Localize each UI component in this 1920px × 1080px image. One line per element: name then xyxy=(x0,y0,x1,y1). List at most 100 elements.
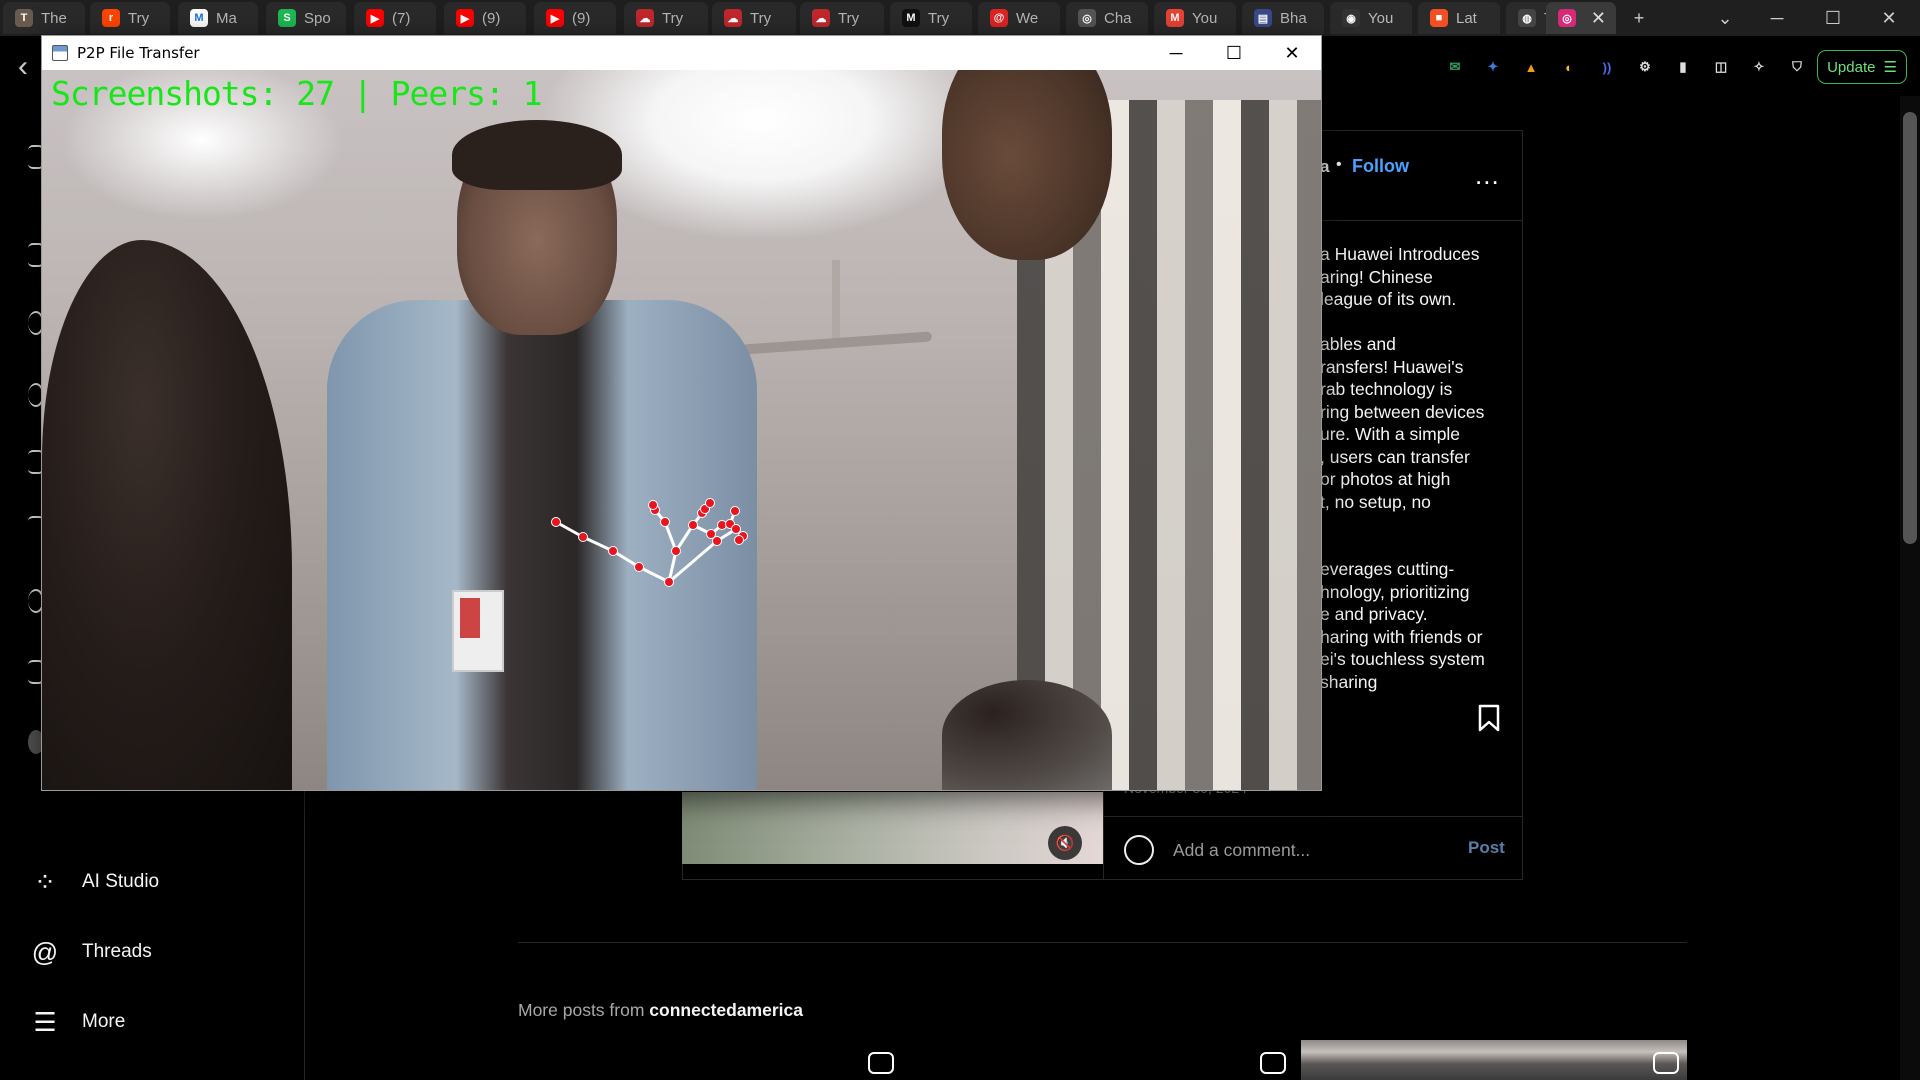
follow-button[interactable]: Follow xyxy=(1352,156,1409,177)
extension-icon[interactable]: ▲ xyxy=(1520,56,1542,78)
tab-label: (7) xyxy=(392,9,411,27)
more-posts-prefix: More posts from xyxy=(518,1000,650,1020)
browser-tab[interactable]: ▶ (9) xyxy=(444,2,526,34)
close-button[interactable]: ✕ xyxy=(1263,36,1321,70)
tab-favicon-icon: ▶ xyxy=(366,9,384,27)
browser-tab[interactable]: ☁ Try xyxy=(800,2,884,34)
tab-label: You xyxy=(1192,9,1218,27)
browser-tab[interactable]: ◎ ✕ xyxy=(1546,2,1616,34)
comment-input[interactable] xyxy=(1173,836,1453,864)
extension-icon[interactable]: ⛉ xyxy=(1786,56,1808,78)
browser-tab[interactable]: ▤ Bha xyxy=(1242,2,1324,34)
hand-landmark xyxy=(712,536,722,546)
ai-studio-icon: ⁘ xyxy=(34,866,56,897)
maximize-button[interactable]: ☐ xyxy=(1205,36,1263,70)
extension-icon[interactable]: ✧ xyxy=(1748,56,1770,78)
tab-favicon-icon: ◍ xyxy=(1518,9,1536,27)
tab-label: Try xyxy=(838,9,860,27)
caption-line: aring! Chinese xyxy=(1320,266,1433,287)
tab-favicon-icon: @ xyxy=(990,9,1008,27)
update-button[interactable]: Update ☰ xyxy=(1817,50,1907,84)
separator-dot: • xyxy=(1336,156,1342,173)
minimize-button[interactable]: ─ xyxy=(1147,36,1205,70)
extension-icon[interactable]: ✉ xyxy=(1444,56,1466,78)
hand-landmark xyxy=(688,520,698,530)
window-minimize-button[interactable]: ─ xyxy=(1752,0,1802,36)
hand-connection xyxy=(638,565,670,584)
post-comment-button[interactable]: Post xyxy=(1468,838,1505,858)
extension-icon[interactable]: ◫ xyxy=(1710,56,1732,78)
window-close-button[interactable]: ✕ xyxy=(1864,0,1914,36)
browser-tab[interactable]: r Try xyxy=(90,2,170,34)
tab-favicon-icon: S xyxy=(278,9,296,27)
caption-line: t, no setup, no xyxy=(1320,491,1431,512)
new-tab-button[interactable]: + xyxy=(1622,0,1656,36)
tab-label: Spo xyxy=(304,9,331,27)
tab-label: You xyxy=(1368,9,1394,27)
extension-icon[interactable]: ▮ xyxy=(1672,56,1694,78)
tab-label: Ma xyxy=(216,9,237,27)
post-video[interactable] xyxy=(682,792,1103,864)
reel-icon xyxy=(1260,1052,1286,1074)
hand-landmark xyxy=(734,535,744,545)
tab-label: We xyxy=(1016,9,1039,27)
tab-close-icon[interactable]: ✕ xyxy=(1591,8,1606,29)
post-thumbnail[interactable] xyxy=(1301,1040,1687,1080)
hand-landmark xyxy=(731,524,741,534)
tab-label: Try xyxy=(928,9,950,27)
browser-tab[interactable]: ◎ Cha xyxy=(1066,2,1148,34)
browser-tab[interactable]: M Try xyxy=(890,2,972,34)
tab-favicon-icon: ◉ xyxy=(1342,9,1360,27)
scrollbar-thumb[interactable] xyxy=(1903,112,1917,544)
nav-label: AI Studio xyxy=(82,871,160,892)
mute-button[interactable]: 🔇 xyxy=(1048,826,1082,860)
extension-icon[interactable]: ✦ xyxy=(1482,56,1504,78)
reel-icon xyxy=(868,1052,894,1074)
hand-landmark xyxy=(705,498,715,508)
more-options-button[interactable]: ... xyxy=(1475,160,1500,191)
browser-tab[interactable]: S Spo xyxy=(266,2,346,34)
browser-tab[interactable]: ■ Lat xyxy=(1418,2,1500,34)
hand-landmark xyxy=(634,562,644,572)
extension-icon[interactable]: ◐ xyxy=(1558,56,1580,78)
nav-threads[interactable]: @ Threads xyxy=(30,932,152,972)
browser-tab[interactable]: T The xyxy=(3,2,85,34)
nav-ai-studio[interactable]: ⁘ AI Studio xyxy=(30,862,159,902)
tab-favicon-icon: ◎ xyxy=(1078,9,1096,27)
p2p-titlebar[interactable]: P2P File Transfer ─ ☐ ✕ xyxy=(42,36,1321,70)
tab-favicon-icon: ☁ xyxy=(812,9,830,27)
tab-favicon-icon: ▤ xyxy=(1254,9,1272,27)
browser-tab[interactable]: ▶ (9) xyxy=(534,2,616,34)
tab-label: Lat xyxy=(1456,9,1477,27)
hand-landmark xyxy=(608,546,618,556)
caption-line: a Huawei Introduces xyxy=(1320,244,1480,264)
window-maximize-button[interactable]: ☐ xyxy=(1808,0,1858,36)
caption-line: ring between devices xyxy=(1320,401,1485,422)
tab-search-button[interactable]: ⌄ xyxy=(1708,0,1742,36)
browser-tab[interactable]: ☁ Try xyxy=(624,2,708,34)
window-title: P2P File Transfer xyxy=(77,44,200,62)
browser-tab[interactable]: ▶ (7) xyxy=(354,2,436,34)
browser-tab[interactable]: M You xyxy=(1154,2,1236,34)
hand-landmarks-overlay xyxy=(551,498,748,587)
bookmark-icon[interactable] xyxy=(1478,704,1500,732)
browser-tab[interactable]: ◉ You xyxy=(1330,2,1412,34)
tab-label: (9) xyxy=(482,9,501,27)
nav-more[interactable]: ☰ More xyxy=(30,1002,125,1042)
browser-tab[interactable]: ☁ Try xyxy=(712,2,796,34)
hand-landmark xyxy=(578,532,588,542)
tab-favicon-icon: r xyxy=(102,9,120,27)
section-divider xyxy=(518,942,1687,943)
caption-line: haring with friends or xyxy=(1320,626,1483,647)
caption-line: rab technology is xyxy=(1320,379,1453,399)
tab-favicon-icon: M xyxy=(190,9,208,27)
extension-icon[interactable]: )) xyxy=(1596,56,1618,78)
browser-tab[interactable]: M Ma xyxy=(178,2,258,34)
back-button[interactable]: ‹ xyxy=(18,50,28,84)
caption-line: ransfers! Huawei's xyxy=(1320,356,1464,377)
emoji-icon[interactable] xyxy=(1124,835,1154,865)
caption-line: league of its own. xyxy=(1320,289,1457,309)
more-posts-account[interactable]: connectedamerica xyxy=(649,1000,803,1020)
browser-tab[interactable]: @ We xyxy=(978,2,1060,34)
extension-icon[interactable]: ⚙ xyxy=(1634,56,1656,78)
